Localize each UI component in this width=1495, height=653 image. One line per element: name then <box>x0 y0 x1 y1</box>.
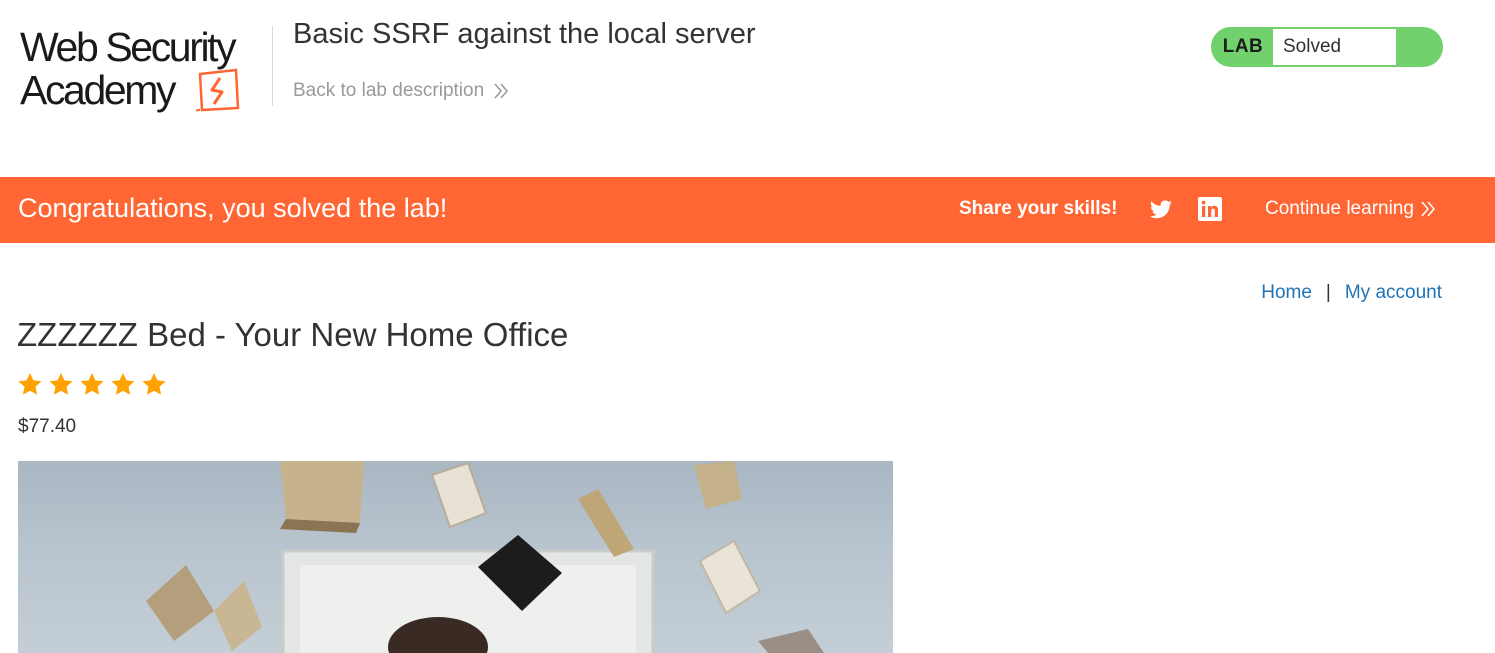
logo-line-2: Academy <box>20 67 177 113</box>
product-price: $77.40 <box>18 416 77 437</box>
banner-message: Congratulations, you solved the lab! <box>18 193 448 223</box>
lab-status-widget: LAB Solved <box>1211 27 1443 67</box>
web-security-academy-logo[interactable]: Web Security Academy <box>18 22 270 118</box>
product-rating <box>17 372 167 398</box>
lab-status-label: LAB <box>1222 36 1264 57</box>
academy-flag-icon <box>196 68 240 112</box>
star-icon <box>49 373 73 395</box>
product-image <box>18 461 893 653</box>
back-to-lab-description-link[interactable]: Back to lab description <box>293 80 509 102</box>
twitter-icon[interactable] <box>1149 198 1173 222</box>
double-chevron-right-icon <box>1421 201 1435 217</box>
nav-separator: | <box>1325 282 1331 303</box>
back-link-label: Back to lab description <box>293 80 485 101</box>
star-icon <box>111 373 135 395</box>
top-nav: Home | My account <box>1261 282 1442 304</box>
continue-learning-label: Continue learning <box>1265 198 1414 219</box>
header-divider <box>272 26 273 106</box>
star-icon <box>80 373 104 395</box>
lab-title: Basic SSRF against the local server <box>293 18 756 50</box>
logo-line-1: Web Security <box>20 24 237 70</box>
star-icon <box>18 373 42 395</box>
solved-banner: Congratulations, you solved the lab! Sha… <box>0 177 1495 243</box>
my-account-link[interactable]: My account <box>1345 282 1442 304</box>
star-icon <box>142 373 166 395</box>
continue-learning-link[interactable]: Continue learning <box>1265 198 1436 220</box>
lab-status-value: Solved <box>1273 29 1396 65</box>
linkedin-icon[interactable] <box>1198 197 1222 221</box>
share-skills-label: Share your skills! <box>959 198 1118 219</box>
double-chevron-right-icon <box>494 83 509 99</box>
product-title: ZZZZZZ Bed - Your New Home Office <box>17 316 569 353</box>
home-link[interactable]: Home <box>1261 282 1312 304</box>
